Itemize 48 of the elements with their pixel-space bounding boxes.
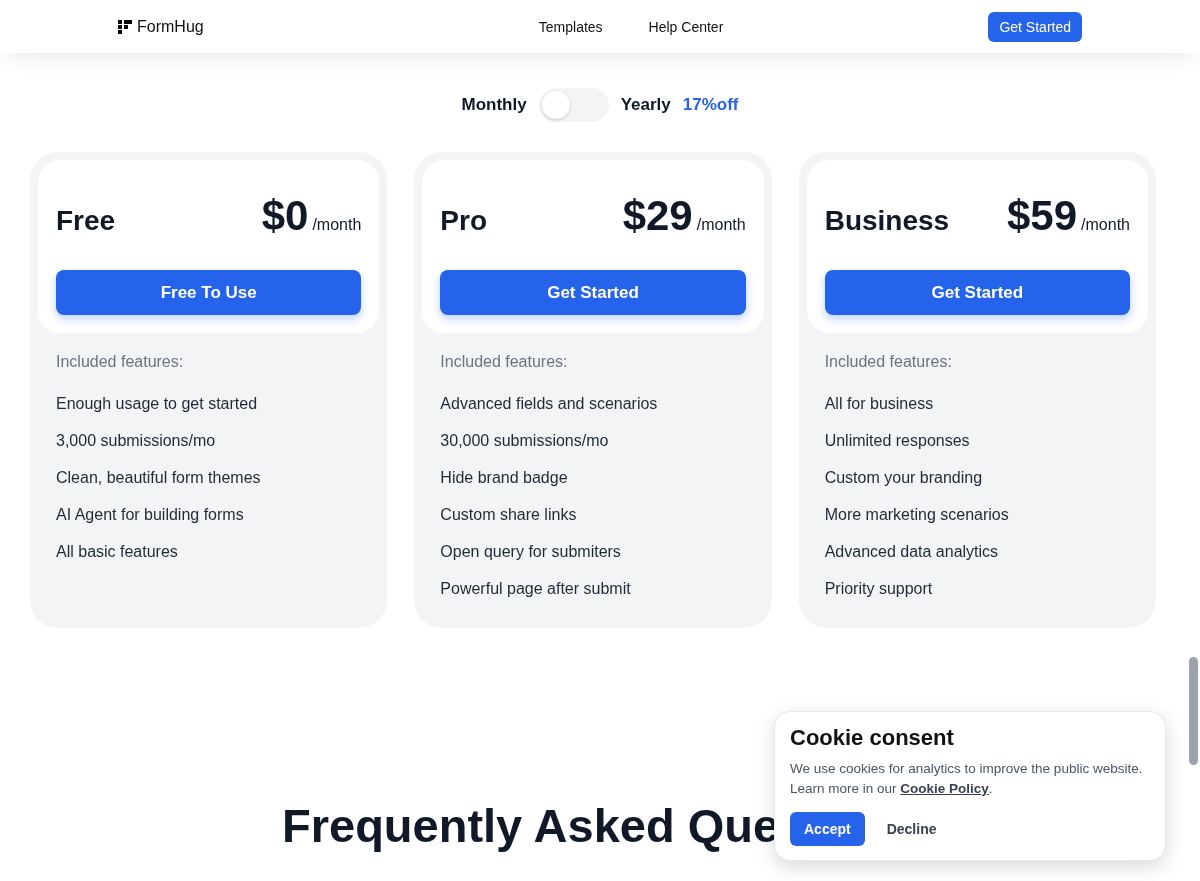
accept-button[interactable]: Accept bbox=[790, 812, 865, 846]
nav-link[interactable]: Templates bbox=[538, 18, 603, 35]
cookie-policy-link[interactable]: Cookie Policy bbox=[900, 781, 989, 796]
plan-button[interactable]: Free To Use bbox=[56, 270, 362, 315]
logo-text[interactable]: FormHug bbox=[137, 17, 204, 36]
scrollbar-thumb[interactable] bbox=[1189, 657, 1198, 765]
plan-name: Business bbox=[824, 205, 950, 237]
feature-item: All basic features bbox=[56, 543, 179, 561]
feature-item: Powerful page after submit bbox=[440, 580, 632, 598]
feature-item: 30,000 submissions/mo bbox=[440, 432, 610, 450]
price-period: /month bbox=[696, 216, 746, 234]
feature-item: More marketing scenarios bbox=[824, 506, 1010, 524]
plan-price: $59 bbox=[1007, 192, 1078, 240]
plan-price: $0 bbox=[261, 192, 309, 240]
cookie-title: Cookie consent bbox=[790, 725, 955, 751]
feature-item: Unlimited responses bbox=[824, 432, 971, 450]
nav-link[interactable]: Help Center bbox=[648, 18, 724, 35]
price-period: /month bbox=[312, 216, 362, 234]
cookie-text: We use cookies for analytics to improve the public website. Learn more in our Cookie Policy. bbox=[790, 760, 1144, 798]
plan-price: $29 bbox=[622, 192, 693, 240]
feature-item: Priority support bbox=[824, 580, 934, 598]
feature-item: All for business bbox=[824, 395, 935, 413]
features-title: Included features: bbox=[56, 353, 185, 371]
feature-item: 3,000 submissions/mo bbox=[56, 432, 217, 450]
feature-item: Clean, beautiful form themes bbox=[56, 469, 262, 487]
plan-button[interactable]: Get Started bbox=[440, 270, 746, 315]
logo-icon bbox=[118, 19, 132, 34]
billing-toggle[interactable] bbox=[538, 88, 609, 122]
feature-item: Custom share links bbox=[440, 506, 578, 524]
decline-button[interactable]: Decline bbox=[878, 812, 945, 846]
features-title: Included features: bbox=[824, 353, 953, 371]
plan-name: Pro bbox=[440, 205, 487, 237]
feature-item: Custom your branding bbox=[824, 469, 984, 487]
feature-item: Advanced data analytics bbox=[824, 543, 1000, 561]
monthly-label: Monthly bbox=[461, 95, 527, 115]
price-period: /month bbox=[1081, 216, 1130, 234]
faq-heading: Frequently Asked Que bbox=[282, 798, 780, 853]
plan-name: Free bbox=[56, 205, 116, 237]
get-started-button[interactable]: Get Started bbox=[988, 11, 1082, 42]
feature-item: Hide brand badge bbox=[440, 469, 569, 487]
feature-item: Enough usage to get started bbox=[56, 395, 259, 413]
yearly-label: Yearly bbox=[620, 95, 671, 115]
discount-label: 17%off bbox=[682, 95, 739, 115]
feature-item: AI Agent for building forms bbox=[56, 506, 245, 524]
plan-button[interactable]: Get Started bbox=[824, 270, 1130, 315]
feature-item: Advanced fields and scenarios bbox=[440, 395, 659, 413]
feature-item: Open query for submiters bbox=[440, 543, 622, 561]
features-title: Included features: bbox=[440, 353, 569, 371]
